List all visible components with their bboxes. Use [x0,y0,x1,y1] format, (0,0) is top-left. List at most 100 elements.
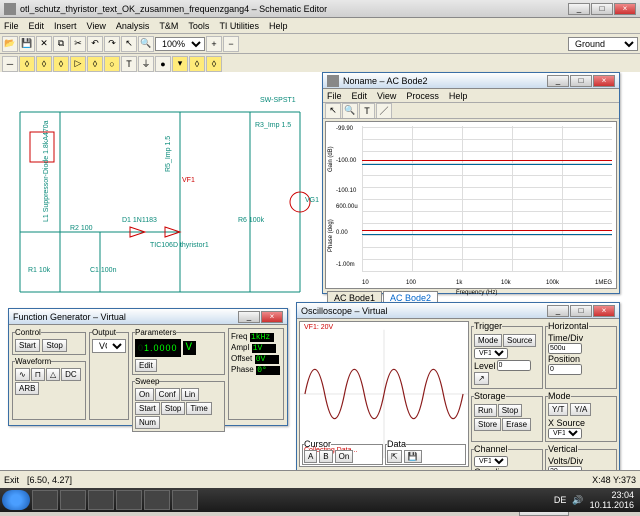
task-item[interactable] [88,490,114,510]
bode-plot[interactable]: Gain (dB) Phase (deg) -99.90 -100.00 -10… [325,121,617,289]
comp-r-icon[interactable]: ◊ [19,56,35,72]
bode-line-icon[interactable]: ／ [376,103,392,119]
net-icon[interactable]: ● [155,56,171,72]
task-item[interactable] [32,490,58,510]
menu-analysis[interactable]: Analysis [116,21,150,31]
comp-src-icon[interactable]: ○ [104,56,120,72]
data-export-icon[interactable]: ⇱ [387,450,402,463]
cursor-on-button[interactable]: On [335,450,354,463]
osc-max-button[interactable]: □ [570,305,592,317]
bode-tool-icon[interactable]: ↖ [325,103,341,119]
sweep-time-button[interactable]: Time [186,402,211,415]
menu-edit[interactable]: Edit [29,21,45,31]
menu-tm[interactable]: T&M [159,21,178,31]
menu-help[interactable]: Help [269,21,288,31]
sweep-on-button[interactable]: On [135,388,154,401]
bode-zoom-icon[interactable]: 🔍 [342,103,358,119]
bode-menu-process[interactable]: Process [406,91,439,101]
menu-tools[interactable]: Tools [188,21,209,31]
bode-menu-edit[interactable]: Edit [352,91,368,101]
sweep-conf-button[interactable]: Conf [155,388,180,401]
wave-arb-button[interactable]: ARB [15,382,39,395]
probe-icon[interactable]: ▾ [172,56,188,72]
redo-icon[interactable]: ↷ [104,36,120,52]
data-save-icon[interactable]: 💾 [404,450,422,463]
bode-close-button[interactable]: × [593,75,615,87]
mode-yt-button[interactable]: Y/T [548,403,568,416]
sweep-lin-button[interactable]: Lin [181,388,200,401]
menu-insert[interactable]: Insert [54,21,77,31]
bode-window[interactable]: Noname – AC Bode2 _ □ × File Edit View P… [322,72,620,294]
gnd-icon[interactable]: ⏚ [138,56,154,72]
trig-edge-icon[interactable]: ↗ [474,372,489,385]
task-item[interactable] [60,490,86,510]
fg-offset[interactable]: 0V [255,355,279,364]
sweep-num-button[interactable]: Num [135,416,160,429]
meter-icon[interactable]: ◊ [189,56,205,72]
tray-lang[interactable]: DE [554,495,567,505]
wave-dc-button[interactable]: DC [61,368,81,381]
hpos-input[interactable] [548,364,582,375]
xsource-select[interactable]: VF1 [548,428,582,439]
task-item[interactable] [144,490,170,510]
zoom-in-icon[interactable]: + [206,36,222,52]
menu-file[interactable]: File [4,21,19,31]
fg-freq[interactable]: 1kHz [250,333,274,342]
undo-icon[interactable]: ↶ [87,36,103,52]
schematic-canvas[interactable]: SW-SPST1 R3_Imp 1.5 VF1 D1 1N1183 TIC106… [0,72,340,312]
open-icon[interactable]: 📂 [2,36,18,52]
bode-menu-file[interactable]: File [327,91,342,101]
cursor-b-button[interactable]: B [319,450,332,463]
sweep-stop-button[interactable]: Stop [161,402,185,415]
cut-icon[interactable]: ✂ [70,36,86,52]
zoom-out-icon[interactable]: − [223,36,239,52]
task-item[interactable] [116,490,142,510]
menu-view[interactable]: View [87,21,106,31]
comp-c-icon[interactable]: ◊ [36,56,52,72]
fg-phase[interactable]: 0° [256,366,280,375]
bode-max-button[interactable]: □ [570,75,592,87]
pointer-icon[interactable]: ↖ [121,36,137,52]
funcgen-window[interactable]: Function Generator – Virtual _ × Control… [8,308,288,426]
fg-close-button[interactable]: × [261,311,283,323]
fg-ampl[interactable]: 1V [252,344,276,353]
comp-d-icon[interactable]: ▷ [70,56,86,72]
start-button[interactable] [2,490,30,510]
fg-start-button[interactable]: Start [15,339,40,352]
fg-output-select[interactable]: VG1 [92,339,126,353]
tray-speaker-icon[interactable]: 🔊 [572,495,583,506]
fg-edit-button[interactable]: Edit [135,359,157,372]
fg-min-button[interactable]: _ [238,311,260,323]
task-item[interactable] [172,490,198,510]
osc-close-button[interactable]: × [593,305,615,317]
menu-ti[interactable]: TI Utilities [219,21,259,31]
trig-level-input[interactable] [497,360,531,371]
wave-tri-icon[interactable]: △ [46,368,60,381]
zoom-select[interactable]: 100% [155,37,205,51]
mode-ya-button[interactable]: Y/A [570,403,591,416]
sweep-start-button[interactable]: Start [135,402,160,415]
gen-icon[interactable]: ◊ [206,56,222,72]
channel-select[interactable]: VF1 [474,456,508,467]
timediv-input[interactable] [548,343,582,354]
wave-square-icon[interactable]: ⊓ [31,368,45,381]
oscilloscope-window[interactable]: Oscilloscope – Virtual _ □ × VF1: 20V Co… [296,302,620,472]
trig-source-select[interactable]: VF1 [474,348,508,359]
comp-l-icon[interactable]: ◊ [53,56,69,72]
trig-source-button[interactable]: Source [503,334,536,347]
taskbar[interactable]: DE 🔊 23:04 10.11.2016 [0,488,640,512]
close-file-icon[interactable]: ✕ [36,36,52,52]
wire-icon[interactable]: ─ [2,56,18,72]
close-button[interactable]: × [614,3,636,15]
fg-stop-button[interactable]: Stop [42,339,66,352]
text-icon[interactable]: T [121,56,137,72]
minimize-button[interactable]: _ [568,3,590,15]
find-icon[interactable]: 🔍 [138,36,154,52]
trig-mode-button[interactable]: Mode [474,334,502,347]
stop-button[interactable]: Stop [498,404,522,417]
comp-q-icon[interactable]: ◊ [87,56,103,72]
copy-icon[interactable]: ⧉ [53,36,69,52]
osc-min-button[interactable]: _ [547,305,569,317]
bode-menu-view[interactable]: View [377,91,396,101]
ground-select[interactable]: Ground [568,37,638,51]
